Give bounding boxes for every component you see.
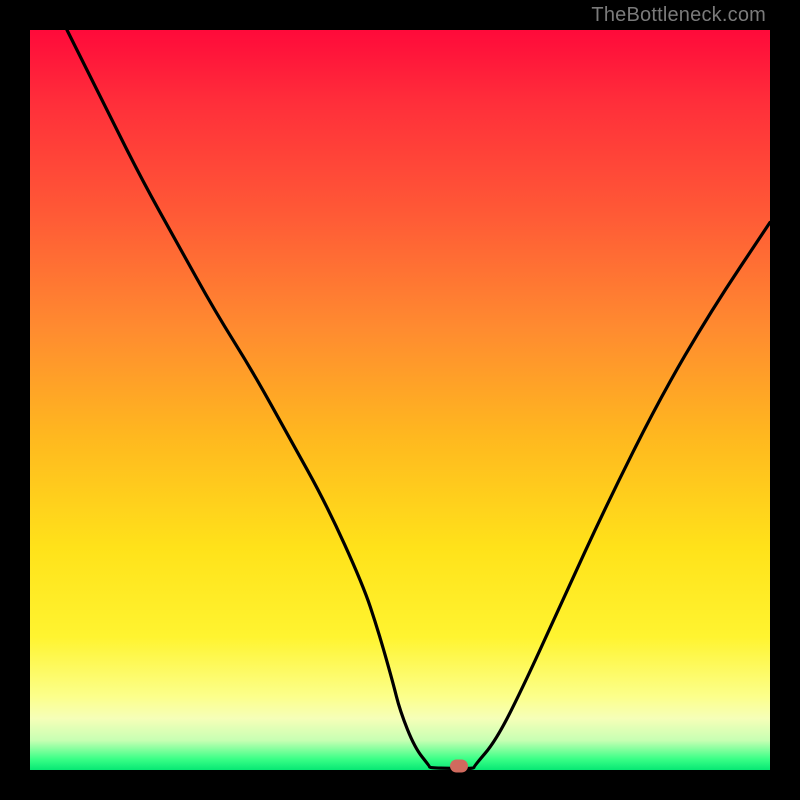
curve-path xyxy=(67,30,770,769)
bottleneck-curve xyxy=(30,30,770,770)
chart-frame: TheBottleneck.com xyxy=(0,0,800,800)
plot-area xyxy=(30,30,770,770)
optimum-marker xyxy=(450,760,468,773)
watermark-text: TheBottleneck.com xyxy=(591,4,766,27)
